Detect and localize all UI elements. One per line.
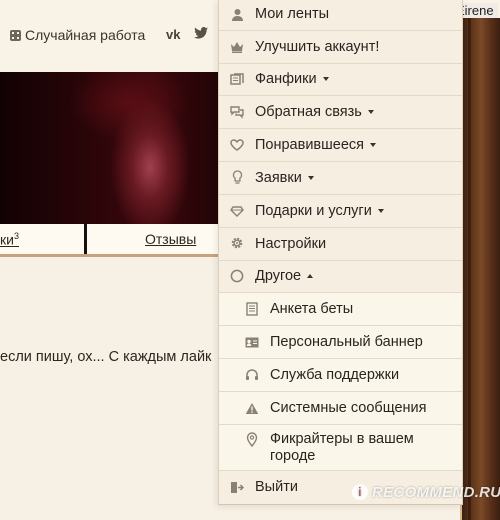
menu-item-label: Выйти <box>255 479 298 495</box>
caret-down-icon <box>377 209 384 213</box>
circle-icon <box>230 269 244 283</box>
menu-item-label: Мои ленты <box>255 6 330 22</box>
gear-icon <box>230 236 244 250</box>
wood-frame <box>462 18 500 520</box>
menu-item-label: Обратная связь <box>255 104 374 121</box>
menu-item-other[interactable]: Другое <box>219 261 462 293</box>
hero-banner <box>0 72 220 224</box>
menu-item-label: Подарки и услуги <box>255 203 384 220</box>
tab-divider <box>84 224 87 254</box>
person-icon <box>230 7 244 21</box>
random-work-label: Случайная работа <box>25 27 146 43</box>
menu-item-label: Настройки <box>255 236 327 252</box>
submenu-item-beta-profile[interactable]: Анкета беты <box>219 293 462 326</box>
logout-icon <box>230 480 244 494</box>
menu-item-label: Другое <box>255 268 314 285</box>
submenu-item-support[interactable]: Служба поддержки <box>219 359 462 392</box>
random-work-link[interactable]: Случайная работа <box>10 27 145 43</box>
caret-down-icon <box>370 143 376 147</box>
warning-icon <box>245 401 259 415</box>
chat-icon <box>230 105 244 119</box>
menu-item-label: Понравившееся <box>255 137 376 154</box>
content-snippet: если пишу, ох... С каждым лайк <box>0 349 212 365</box>
dice-icon <box>10 30 21 41</box>
id-card-icon <box>245 335 259 349</box>
map-pin-icon <box>245 431 259 447</box>
menu-item-settings[interactable]: Настройки <box>219 228 462 261</box>
submenu-item-label: Анкета беты <box>270 301 354 317</box>
submenu-item-label: Персональный баннер <box>270 334 423 350</box>
menu-item-upgrade[interactable]: Улучшить аккаунт! <box>219 31 462 64</box>
menu-item-my-feeds[interactable]: Мои ленты <box>219 0 462 31</box>
user-dropdown-menu: Мои ленты Улучшить аккаунт! Фанфики Обра… <box>218 0 463 505</box>
diamond-icon <box>230 204 244 218</box>
menu-item-feedback[interactable]: Обратная связь <box>219 96 462 129</box>
watermark: i RECOMMEND.RU <box>352 484 500 501</box>
submenu-item-label: Служба поддержки <box>270 367 400 383</box>
submenu-item-label: Системные сообщения <box>270 400 427 416</box>
menu-item-liked[interactable]: Понравившееся <box>219 129 462 162</box>
caret-down-icon <box>367 110 374 114</box>
caret-down-icon <box>307 176 314 180</box>
submenu-item-banner[interactable]: Персональный баннер <box>219 326 462 359</box>
menu-item-label: Улучшить аккаунт! <box>255 39 380 55</box>
crown-icon <box>230 40 244 54</box>
books-icon <box>230 72 244 86</box>
document-icon <box>245 302 259 316</box>
lightbulb-icon <box>230 169 244 184</box>
headset-icon <box>245 368 259 382</box>
caret-up-icon <box>307 274 314 278</box>
submenu-item-label: Фикрайтеры в вашем городе <box>270 431 414 464</box>
submenu-item-system-messages[interactable]: Системные сообщения <box>219 392 462 425</box>
tab-reviews[interactable]: Отзывы <box>145 231 196 247</box>
vk-icon[interactable]: vk <box>166 27 180 42</box>
twitter-icon[interactable] <box>194 27 208 39</box>
menu-item-gifts[interactable]: Подарки и услуги <box>219 195 462 228</box>
caret-down-icon <box>322 77 329 81</box>
menu-item-fanfics[interactable]: Фанфики <box>219 64 462 96</box>
heart-icon <box>230 138 244 152</box>
menu-item-requests[interactable]: Заявки <box>219 162 462 195</box>
submenu-item-local-writers[interactable]: Фикрайтеры в вашем городе <box>219 425 462 471</box>
tab-partial[interactable]: ки3 <box>0 231 19 248</box>
tab-bar: ки3 Отзывы <box>0 224 220 257</box>
menu-item-label: Заявки <box>255 170 314 187</box>
menu-item-label: Фанфики <box>255 71 329 88</box>
